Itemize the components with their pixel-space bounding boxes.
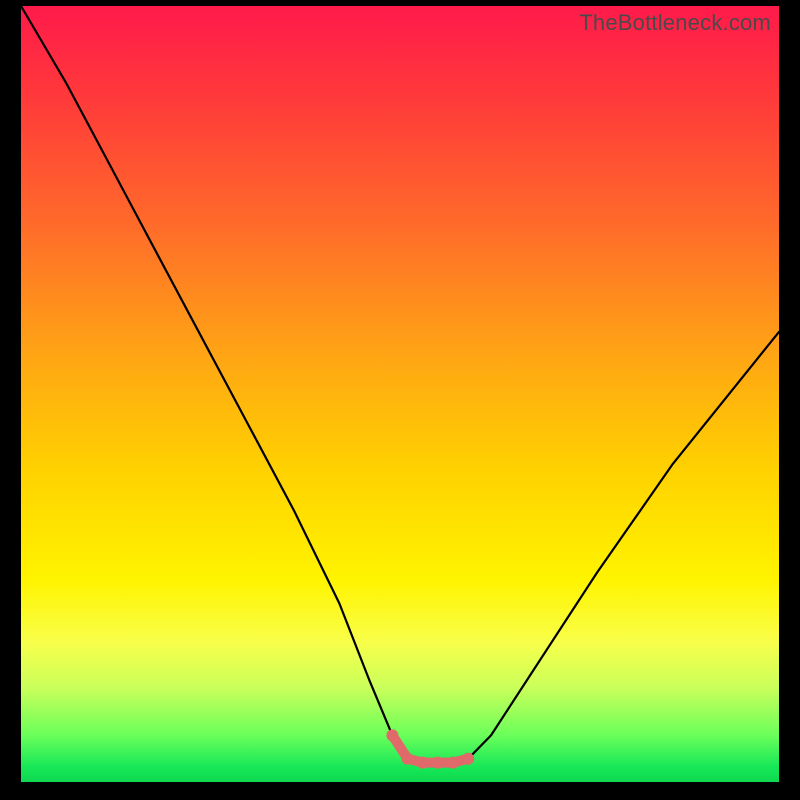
plot-area: TheBottleneck.com bbox=[21, 6, 779, 782]
highlight-dots bbox=[386, 729, 474, 768]
highlight-dot bbox=[462, 753, 474, 765]
highlight-dot bbox=[432, 757, 444, 769]
bottleneck-curve bbox=[21, 6, 779, 763]
highlight-dot bbox=[417, 757, 429, 769]
watermark-text: TheBottleneck.com bbox=[579, 10, 771, 36]
highlight-dot bbox=[386, 729, 398, 741]
highlight-segment bbox=[392, 735, 468, 762]
highlight-dot bbox=[447, 757, 459, 769]
curve-layer bbox=[21, 6, 779, 782]
highlight-dot bbox=[402, 753, 414, 765]
chart-frame: TheBottleneck.com bbox=[0, 0, 800, 800]
